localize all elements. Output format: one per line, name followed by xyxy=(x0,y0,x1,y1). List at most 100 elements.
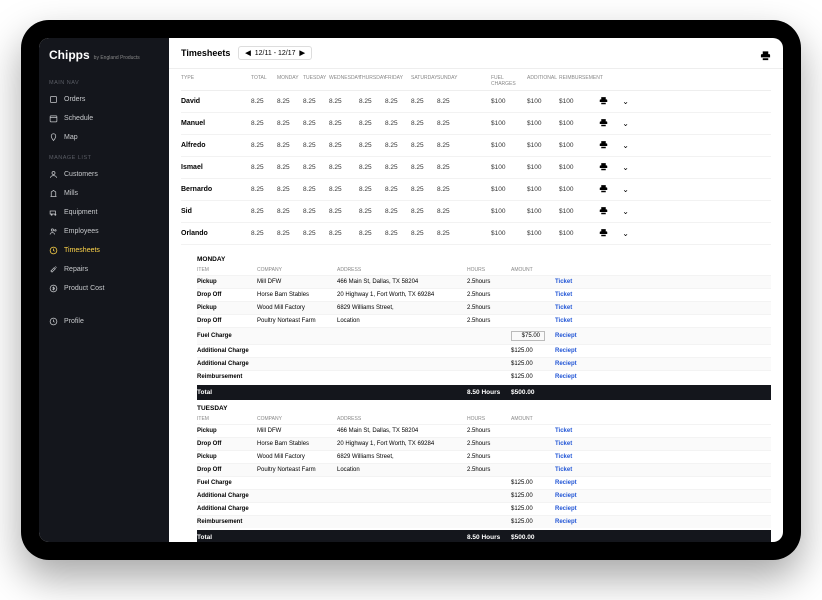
amount-cell: $125.00 xyxy=(511,348,555,354)
detail-row: PickupWood Mill Factory6829 Williams Str… xyxy=(197,301,771,314)
item-cell: Additional Charge xyxy=(197,493,257,499)
nav-section-main: MAIN NAV xyxy=(39,72,169,90)
item-cell: Pickup xyxy=(197,428,257,434)
expand-icon[interactable]: ⌄ xyxy=(622,185,629,194)
hours-cell: 8.25 xyxy=(359,98,385,105)
address-cell: 20 Highway 1, Fort Worth, TX 69284 xyxy=(337,441,467,447)
additional-cell: $100 xyxy=(527,142,559,149)
main-area: Timesheets ◀ 12/11 - 12/17 ▶ TYPETOTALMO… xyxy=(169,38,783,542)
company-cell: Mill DFW xyxy=(257,428,337,434)
sidebar-item-mills[interactable]: Mills xyxy=(39,184,169,203)
sidebar-item-product-cost[interactable]: Product Cost xyxy=(39,279,169,298)
additional-cell: $100 xyxy=(527,98,559,105)
hours-cell: 2.5hours xyxy=(467,292,511,298)
product-cost-icon xyxy=(49,284,58,293)
nav-label: Orders xyxy=(64,96,85,103)
content-scroll[interactable]: TYPETOTALMONDAYTUESDAYWEDNESDAYTHURSDAYF… xyxy=(169,69,783,542)
detail-header: ITEMCOMPANYADDRESSHOURSAMOUNT xyxy=(197,265,771,275)
hours-cell: 8.25 xyxy=(359,186,385,193)
hours-cell: 8.25 xyxy=(277,142,303,149)
employee-name: Sid xyxy=(181,208,251,215)
print-row-icon[interactable] xyxy=(599,96,608,107)
nav-label: Product Cost xyxy=(64,285,104,292)
action-link[interactable]: Ticket xyxy=(555,467,595,473)
col-header: WEDNESDAY xyxy=(329,75,359,87)
action-link[interactable]: Reciept xyxy=(555,361,595,367)
expand-icon[interactable]: ⌄ xyxy=(622,119,629,128)
action-link[interactable]: Reciept xyxy=(555,506,595,512)
prev-arrow-icon[interactable]: ◀ xyxy=(245,49,250,57)
hours-cell: 2.5hours xyxy=(467,467,511,473)
item-cell: Pickup xyxy=(197,279,257,285)
expand-icon[interactable]: ⌄ xyxy=(622,207,629,216)
sidebar-item-profile[interactable]: Profile xyxy=(39,312,169,331)
action-link[interactable]: Ticket xyxy=(555,318,595,324)
sidebar-item-schedule[interactable]: Schedule xyxy=(39,109,169,128)
next-arrow-icon[interactable]: ▶ xyxy=(300,49,305,57)
item-cell: Additional Charge xyxy=(197,506,257,512)
action-link[interactable]: Ticket xyxy=(555,279,595,285)
sidebar-item-employees[interactable]: Employees xyxy=(39,222,169,241)
expand-icon[interactable]: ⌄ xyxy=(622,229,629,238)
print-row-icon[interactable] xyxy=(599,184,608,195)
sidebar-item-map[interactable]: Map xyxy=(39,128,169,147)
sidebar-item-timesheets[interactable]: Timesheets xyxy=(39,241,169,260)
sidebar-item-customers[interactable]: Customers xyxy=(39,165,169,184)
date-range-nav[interactable]: ◀ 12/11 - 12/17 ▶ xyxy=(238,46,312,60)
print-row-icon[interactable] xyxy=(599,118,608,129)
expand-icon[interactable]: ⌄ xyxy=(622,163,629,172)
col-header xyxy=(463,75,491,87)
action-link[interactable]: Reciept xyxy=(555,333,595,339)
hours-cell: 2.5hours xyxy=(467,279,511,285)
action-link[interactable]: Reciept xyxy=(555,374,595,380)
action-link[interactable]: Reciept xyxy=(555,493,595,499)
action-link[interactable]: Reciept xyxy=(555,519,595,525)
hours-cell: 8.25 xyxy=(277,120,303,127)
employee-row: Alfredo8.258.258.258.258.258.258.258.25$… xyxy=(181,135,771,157)
address-cell: 20 Highway 1, Fort Worth, TX 69284 xyxy=(337,292,467,298)
sidebar-item-repairs[interactable]: Repairs xyxy=(39,260,169,279)
print-row-icon[interactable] xyxy=(599,206,608,217)
hours-cell: 8.25 xyxy=(411,98,437,105)
print-row-icon[interactable] xyxy=(599,162,608,173)
repairs-icon xyxy=(49,265,58,274)
action-link[interactable]: Ticket xyxy=(555,454,595,460)
additional-cell: $100 xyxy=(527,120,559,127)
hours-cell: 8.25 xyxy=(359,230,385,237)
action-link[interactable]: Ticket xyxy=(555,305,595,311)
item-cell: Additional Charge xyxy=(197,348,257,354)
col-header xyxy=(599,75,629,87)
hours-cell: 8.25 xyxy=(359,120,385,127)
fuel-cell: $100 xyxy=(491,120,527,127)
print-icon[interactable] xyxy=(760,48,771,59)
app-screen: Chipps by England Products MAIN NAV Orde… xyxy=(39,38,783,542)
expand-icon[interactable]: ⌄ xyxy=(622,141,629,150)
employee-row: Manuel8.258.258.258.258.258.258.258.25$1… xyxy=(181,113,771,135)
action-link[interactable]: Ticket xyxy=(555,292,595,298)
hours-cell: 8.25 xyxy=(329,142,359,149)
hours-cell: 8.25 xyxy=(385,142,411,149)
sidebar-item-orders[interactable]: Orders xyxy=(39,90,169,109)
nav-section-manage: MANAGE LIST xyxy=(39,147,169,165)
col-header: FRIDAY xyxy=(385,75,411,87)
hours-cell: 8.25 xyxy=(385,120,411,127)
hours-cell: 8.25 xyxy=(251,208,277,215)
item-cell: Reimbursement xyxy=(197,374,257,380)
hours-cell: 8.25 xyxy=(251,230,277,237)
item-cell: Fuel Charge xyxy=(197,333,257,339)
col-header: TUESDAY xyxy=(303,75,329,87)
employee-row: David8.258.258.258.258.258.258.258.25$10… xyxy=(181,91,771,113)
sidebar-item-equipment[interactable]: Equipment xyxy=(39,203,169,222)
expand-icon[interactable]: ⌄ xyxy=(622,97,629,106)
action-link[interactable]: Reciept xyxy=(555,480,595,486)
hours-cell: 2.5hours xyxy=(467,318,511,324)
amount-input[interactable]: $75.00 xyxy=(511,331,545,341)
action-link[interactable]: Reciept xyxy=(555,348,595,354)
action-link[interactable]: Ticket xyxy=(555,441,595,447)
print-row-icon[interactable] xyxy=(599,140,608,151)
hours-cell: 8.25 xyxy=(385,230,411,237)
action-link[interactable]: Ticket xyxy=(555,428,595,434)
hours-cell: 8.25 xyxy=(277,186,303,193)
sidebar: Chipps by England Products MAIN NAV Orde… xyxy=(39,38,169,542)
print-row-icon[interactable] xyxy=(599,228,608,239)
